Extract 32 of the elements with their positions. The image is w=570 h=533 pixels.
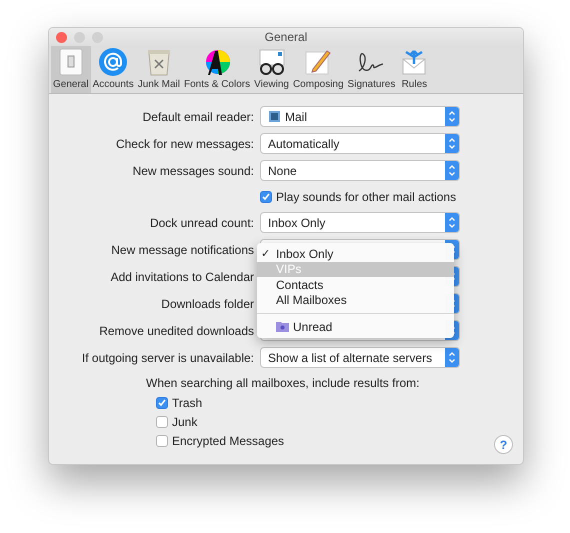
toolbar-tab[interactable]: Viewing — [252, 46, 291, 93]
field-label: Remove unedited downloads — [98, 324, 254, 338]
popup-button[interactable]: Show a list of alternate servers — [260, 347, 460, 368]
menu-item[interactable]: Contacts — [257, 277, 454, 292]
toolbar-tab[interactable]: Junk Mail — [136, 46, 182, 93]
popup-button[interactable]: Automatically — [260, 133, 460, 154]
field-label: Default email reader: — [142, 110, 254, 124]
help-button[interactable]: ? — [494, 435, 513, 454]
checkbox[interactable]: Play sounds for other mail actions — [260, 187, 460, 206]
popup-button[interactable]: None — [260, 160, 460, 181]
field-label: New message notifications — [110, 242, 254, 256]
toolbar-tab[interactable]: Accounts — [90, 46, 136, 93]
menu-item[interactable]: ✓ Inbox Only — [257, 246, 454, 262]
section-heading: When searching all mailboxes, include results from: — [146, 376, 420, 390]
field-label: Dock unread count: — [148, 216, 254, 230]
toolbar-tab[interactable]: Fonts & Colors — [182, 46, 252, 93]
popup-button[interactable]: Inbox Only — [260, 212, 460, 233]
window-title: General — [264, 30, 308, 44]
popup-button[interactable]: Mail — [260, 106, 460, 127]
toolbar-tab[interactable]: General — [51, 46, 91, 93]
field-label: Check for new messages: — [114, 136, 254, 150]
menu-item[interactable]: Unread — [257, 319, 454, 334]
toolbar-tab[interactable]: Composing — [290, 46, 346, 93]
field-label: Downloads folder — [160, 296, 254, 310]
toolbar-tab[interactable]: Signatures — [346, 46, 398, 93]
field-label: If outgoing server is unavailable: — [80, 350, 254, 364]
menu-item[interactable]: All Mailboxes — [257, 292, 454, 308]
toolbar-tab[interactable]: Rules — [397, 46, 432, 93]
field-label: New messages sound: — [132, 164, 254, 178]
field-label: Add invitations to Calendar — [110, 270, 254, 284]
checkbox[interactable]: Trash — [156, 393, 523, 412]
checkbox[interactable]: Junk — [156, 412, 523, 431]
